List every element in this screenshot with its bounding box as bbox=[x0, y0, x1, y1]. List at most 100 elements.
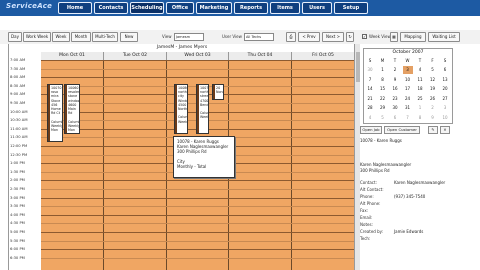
detail-label: Created by: bbox=[360, 229, 384, 234]
appointment-mon-2[interactable]: 10060 resaler stone window 4600 Main Rd … bbox=[64, 84, 80, 134]
work-week-view-button[interactable]: Work Week bbox=[23, 32, 51, 42]
time-label: 1:00 PM bbox=[10, 161, 25, 166]
mini-calendar-day[interactable]: 17 bbox=[403, 85, 413, 93]
week-view-button[interactable]: Week bbox=[52, 32, 70, 42]
new-appointment-button[interactable]: New bbox=[120, 32, 138, 42]
day-header-wed[interactable]: Wed Oct 03 bbox=[167, 52, 229, 60]
mapping-button[interactable]: Mapping bbox=[400, 32, 426, 42]
time-grid-line bbox=[41, 60, 355, 61]
mini-calendar-day[interactable]: 8 bbox=[378, 76, 388, 84]
nav-tab-reports[interactable]: Reports bbox=[234, 2, 268, 14]
mini-calendar-day[interactable]: 22 bbox=[378, 95, 388, 103]
top-nav-bar: ServiceAce Home Contacts Scheduling Offi… bbox=[0, 0, 480, 16]
time-grid-line bbox=[41, 68, 355, 70]
mini-calendar-day[interactable]: 31 bbox=[403, 104, 413, 112]
view-select[interactable]: Jamesm bbox=[174, 33, 204, 41]
day-header-mon[interactable]: Mon Oct 01 bbox=[41, 52, 104, 60]
appointment-wed-1[interactable]: 10080 north city Window 4500 North Colum… bbox=[174, 84, 188, 134]
time-grid-line bbox=[41, 249, 355, 251]
mini-calendar-day[interactable]: 2 bbox=[390, 66, 400, 74]
appointment-wed-2[interactable]: 10070 north street 4700 Bend Columbus We… bbox=[196, 84, 209, 134]
open-job-button[interactable]: Open Job bbox=[360, 126, 382, 134]
mini-calendar-day[interactable]: 15 bbox=[378, 85, 388, 93]
waiting-list-button[interactable]: Waiting List bbox=[428, 32, 460, 42]
mini-calendar-day[interactable]: 12 bbox=[428, 76, 438, 84]
nav-tab-contacts[interactable]: Contacts bbox=[94, 2, 128, 14]
nav-tab-setup[interactable]: Setup bbox=[334, 2, 368, 14]
open-customer-button[interactable]: Open Customer bbox=[384, 126, 420, 134]
time-label: 2:30 PM bbox=[10, 187, 25, 191]
mini-calendar-day[interactable]: 6 bbox=[440, 66, 450, 74]
day-header-thu[interactable]: Thu Oct 04 bbox=[229, 52, 292, 60]
next-button[interactable]: Next > bbox=[322, 32, 344, 42]
mini-calendar-day[interactable]: 10 bbox=[403, 76, 413, 84]
customer-address: 300 Phillips Rd bbox=[360, 168, 390, 173]
mini-calendar-day[interactable]: 25 bbox=[415, 95, 425, 103]
mini-calendar-day[interactable]: 23 bbox=[390, 95, 400, 103]
day-header-fri[interactable]: Fri Oct 05 bbox=[292, 52, 355, 60]
time-label: 8:00 AM bbox=[10, 75, 26, 80]
appointment-wed-3[interactable]: 20 None bbox=[212, 84, 224, 100]
close-details-button[interactable]: ✕ bbox=[440, 126, 450, 134]
mini-calendar-day[interactable]: 2 bbox=[428, 104, 438, 112]
multi-tech-button[interactable]: Multi-Tech bbox=[92, 32, 118, 42]
mini-calendar-day[interactable]: 7 bbox=[403, 114, 413, 122]
mini-calendar-day[interactable]: 5 bbox=[378, 114, 388, 122]
detail-label: Tech: bbox=[360, 236, 371, 241]
mini-calendar-day[interactable]: 3 bbox=[402, 66, 413, 74]
day-column-tue[interactable] bbox=[104, 60, 167, 270]
month-view-button[interactable]: Month bbox=[71, 32, 91, 42]
mini-calendar-day[interactable]: 30 bbox=[390, 104, 400, 112]
appointment-mon-1[interactable]: 10070 rosa mira Stoce 456 Home Rd Ct Col… bbox=[47, 84, 63, 142]
day-view-button[interactable]: Day bbox=[8, 32, 22, 42]
mini-calendar-day[interactable]: 26 bbox=[428, 95, 438, 103]
nav-tab-scheduling[interactable]: Scheduling bbox=[130, 2, 164, 14]
mini-calendar-day[interactable]: 9 bbox=[428, 114, 438, 122]
mini-calendar-day[interactable]: 5 bbox=[428, 66, 438, 74]
day-column-fri[interactable] bbox=[292, 60, 355, 270]
detail-label: Notes: bbox=[360, 222, 373, 227]
nav-tab-home[interactable]: Home bbox=[58, 2, 92, 14]
prev-button[interactable]: < Prev bbox=[298, 32, 320, 42]
edit-button[interactable]: ✎ bbox=[428, 126, 438, 134]
mini-calendar-day[interactable]: 14 bbox=[365, 85, 375, 93]
print-button[interactable]: ⎙ bbox=[286, 32, 296, 42]
mini-calendar-day[interactable]: 28 bbox=[365, 104, 375, 112]
mini-calendar-day[interactable]: 4 bbox=[415, 66, 425, 74]
nav-tab-office[interactable]: Office bbox=[166, 2, 194, 14]
nav-tab-marketing[interactable]: Marketing bbox=[196, 2, 232, 14]
mini-calendar-day[interactable]: 9 bbox=[390, 76, 400, 84]
mini-calendar-day[interactable]: 4 bbox=[365, 114, 375, 122]
refresh-button[interactable]: ↻ bbox=[346, 32, 354, 42]
day-header-tue[interactable]: Tue Oct 02 bbox=[104, 52, 167, 60]
nav-tab-users[interactable]: Users bbox=[302, 2, 332, 14]
mini-calendar-day[interactable]: 24 bbox=[403, 95, 413, 103]
mini-calendar-day[interactable]: 3 bbox=[440, 104, 450, 112]
mini-calendar-day[interactable]: 19 bbox=[428, 85, 438, 93]
mini-calendar-day[interactable]: 1 bbox=[415, 104, 425, 112]
mini-calendar-day[interactable]: 27 bbox=[440, 95, 450, 103]
mini-calendar-day[interactable]: 21 bbox=[365, 95, 375, 103]
nav-tab-items[interactable]: Items bbox=[270, 2, 300, 14]
detail-value: (937) 345-7540 bbox=[394, 194, 426, 199]
mini-calendar-day[interactable]: 7 bbox=[365, 76, 375, 84]
time-label: 11:00 AM bbox=[10, 126, 28, 131]
mini-calendar-day[interactable]: 8 bbox=[415, 114, 425, 122]
mini-calendar-day[interactable]: 6 bbox=[390, 114, 400, 122]
job-title: 10078 - Karen Ruggs bbox=[360, 138, 402, 143]
mini-calendar-day[interactable]: 30 bbox=[365, 66, 375, 74]
mini-calendar-day[interactable]: 16 bbox=[390, 85, 400, 93]
time-label: 6:30 PM bbox=[10, 255, 25, 260]
mini-calendar-day[interactable]: 13 bbox=[440, 76, 450, 84]
mini-calendar-day[interactable]: 10 bbox=[440, 114, 450, 122]
mini-calendar-day[interactable]: 11 bbox=[415, 76, 425, 84]
mini-calendar-day[interactable]: 18 bbox=[415, 85, 425, 93]
map-button[interactable]: ▦ bbox=[390, 32, 398, 42]
week-view-checkbox[interactable]: ✓ bbox=[362, 34, 367, 39]
mini-calendar-day[interactable]: 1 bbox=[378, 66, 388, 74]
day-column-thu[interactable] bbox=[229, 60, 292, 270]
mini-calendar-day[interactable]: 20 bbox=[440, 85, 450, 93]
user-view-select[interactable]: All Techs bbox=[244, 33, 274, 41]
mini-calendar-weekday: T bbox=[393, 58, 397, 63]
mini-calendar-day[interactable]: 29 bbox=[378, 104, 388, 112]
